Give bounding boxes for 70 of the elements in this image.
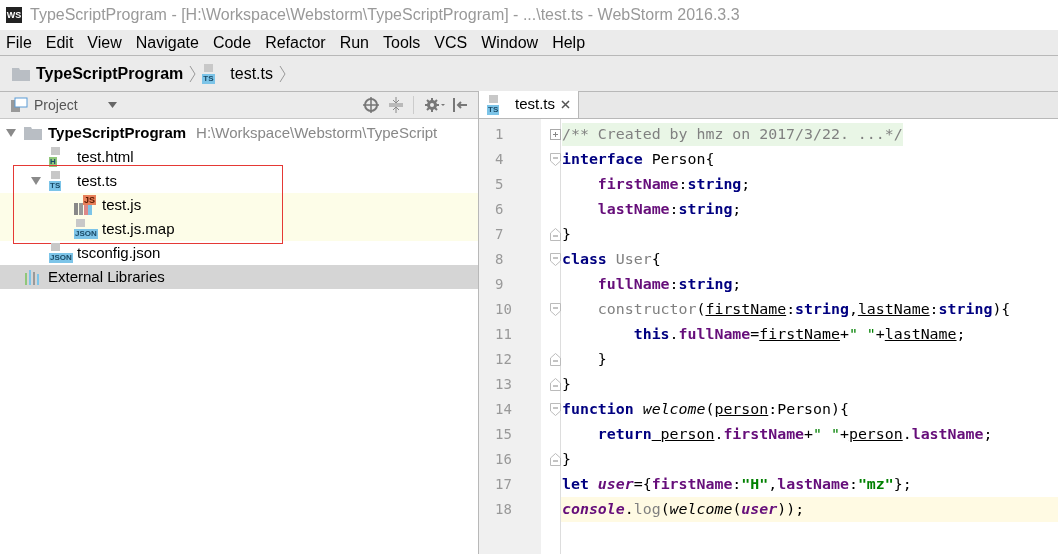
code-line: } bbox=[596, 349, 608, 371]
folder-icon bbox=[12, 66, 30, 81]
collapse-all-icon[interactable] bbox=[389, 97, 403, 113]
panel-title[interactable]: Project bbox=[34, 94, 78, 116]
code-line: this.fullName=firstName+" "+lastName; bbox=[632, 324, 967, 346]
editor-tab[interactable]: TS test.ts bbox=[479, 91, 579, 118]
tree-item-label: test.js.map bbox=[102, 218, 175, 239]
code-line: constructor(firstName:string,lastName:string){ bbox=[596, 299, 1012, 321]
window-title: TypeScriptProgram - [H:\Workspace\Webstorm\TypeScriptProgram] - ...\test.ts - WebStorm 2016.3.3 bbox=[30, 5, 740, 25]
tree-item-label: test.js bbox=[102, 194, 142, 215]
chevron-icon bbox=[279, 64, 286, 83]
fold-end-icon[interactable] bbox=[549, 378, 561, 391]
menu-item[interactable]: File bbox=[6, 30, 32, 55]
code-line: } bbox=[561, 374, 572, 396]
fold-end-icon[interactable] bbox=[549, 228, 561, 241]
expand-arrow-icon[interactable] bbox=[4, 128, 18, 138]
code-line: lastName:string; bbox=[596, 199, 743, 221]
tree-item-label: External Libraries bbox=[48, 266, 165, 287]
fold-collapse-icon[interactable] bbox=[549, 253, 561, 266]
tree-item[interactable]: H test.html bbox=[0, 145, 478, 169]
tree-item-label: TypeScriptProgram bbox=[48, 122, 187, 143]
folder-icon bbox=[24, 126, 42, 140]
code-line: fullName:string; bbox=[596, 274, 743, 296]
tree-item[interactable]: TypeScriptProgram H:\Workspace\Webstorm\TypeScript bbox=[0, 121, 478, 145]
tree-item[interactable]: TS test.ts bbox=[0, 169, 478, 193]
menu-item[interactable]: VCS bbox=[434, 30, 468, 55]
menu-item[interactable]: Navigate bbox=[135, 30, 199, 55]
fold-expand-icon[interactable] bbox=[549, 129, 561, 140]
code-line: function welcome(person:Person){ bbox=[561, 399, 850, 421]
code-line: let user={firstName:"H",lastName:"mz"}; bbox=[561, 474, 913, 496]
library-icon bbox=[24, 269, 42, 285]
fold-collapse-icon[interactable] bbox=[549, 303, 561, 316]
fold-collapse-icon[interactable] bbox=[549, 153, 561, 166]
menu-item[interactable]: Refactor bbox=[265, 30, 326, 55]
tree-item-label: test.html bbox=[77, 146, 134, 167]
code-line: return person.firstName+" "+person.lastName; bbox=[596, 424, 994, 446]
project-view-icon bbox=[10, 97, 28, 113]
menu-item[interactable]: Help bbox=[552, 30, 586, 55]
tree-item[interactable]: JS test.js bbox=[0, 193, 478, 217]
expand-arrow-icon[interactable] bbox=[29, 176, 43, 186]
menu-item[interactable]: Edit bbox=[45, 30, 74, 55]
dropdown-caret-icon[interactable] bbox=[107, 102, 117, 108]
code-line: } bbox=[561, 449, 572, 471]
fold-collapse-icon[interactable] bbox=[549, 403, 561, 416]
menu-item[interactable]: Run bbox=[339, 30, 369, 55]
tree-item-path: H:\Workspace\Webstorm\TypeScript bbox=[196, 122, 438, 143]
code-line: } bbox=[561, 224, 572, 246]
locate-icon[interactable] bbox=[363, 97, 379, 113]
menu-item[interactable]: Code bbox=[212, 30, 252, 55]
tree-item[interactable]: External Libraries bbox=[0, 265, 478, 289]
tree-item[interactable]: JSON test.js.map bbox=[0, 217, 478, 241]
tree-item-label: tsconfig.json bbox=[77, 242, 161, 263]
menu-item[interactable]: Tools bbox=[383, 30, 421, 55]
settings-icon[interactable] bbox=[424, 97, 446, 113]
fold-end-icon[interactable] bbox=[549, 353, 561, 366]
hide-panel-icon[interactable] bbox=[452, 97, 468, 113]
code-line: class User{ bbox=[561, 249, 662, 271]
code-line: firstName:string; bbox=[596, 174, 752, 196]
chevron-icon bbox=[189, 64, 197, 83]
menu-item[interactable]: Window bbox=[481, 30, 539, 55]
tab-label: test.ts bbox=[515, 94, 555, 115]
code-line: interface Person{ bbox=[561, 149, 716, 171]
close-icon[interactable] bbox=[561, 100, 570, 109]
breadcrumb-item[interactable]: test.ts bbox=[230, 61, 273, 86]
breadcrumb-item[interactable]: TypeScriptProgram bbox=[36, 61, 184, 86]
menu-item[interactable]: View bbox=[87, 30, 122, 55]
app-logo: WS bbox=[6, 7, 22, 23]
tree-item-label: test.ts bbox=[77, 170, 117, 191]
tree-item[interactable]: JSON tsconfig.json bbox=[0, 241, 478, 265]
fold-end-icon[interactable] bbox=[549, 453, 561, 466]
